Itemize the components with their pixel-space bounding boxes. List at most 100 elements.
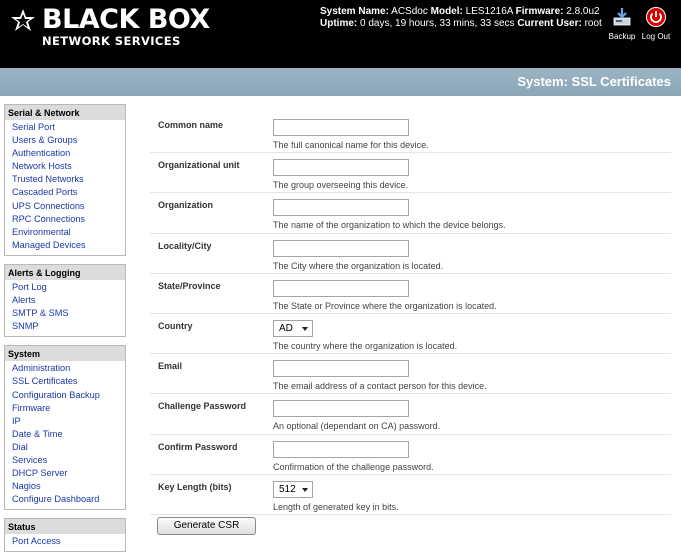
sidebar-item[interactable]: Authentication	[12, 147, 125, 160]
sidebar-item[interactable]: SMTP & SMS	[12, 307, 125, 320]
current-user-label: Current User:	[517, 18, 582, 29]
key-length-row: Key Length (bits) 512 Length of generate…	[150, 475, 671, 515]
challenge-password-help: An optional (dependant on CA) password.	[273, 421, 441, 432]
country-row: Country AD The country where the organiz…	[150, 314, 671, 355]
sidebar-item[interactable]: Date & Time	[12, 428, 125, 441]
system-info: System Name: ACSdoc Model: LES1216A Firm…	[320, 6, 602, 30]
common-name-label: Common name	[158, 120, 224, 130]
sidebar-group: Status Port Access	[4, 518, 126, 553]
generate-csr-button[interactable]: Generate CSR	[157, 517, 256, 535]
org-unit-input[interactable]	[273, 159, 409, 177]
sidebar-group: System Administration SSL Certificates Conf…	[4, 345, 126, 511]
model-label: Model:	[430, 6, 463, 17]
sidebar-list: Port Log Alerts SMTP & SMS SNMP	[5, 280, 125, 336]
org-unit-help: The group overseeing this device.	[273, 180, 409, 191]
logout-label: Log Out	[641, 32, 671, 41]
firmware-value: 2.8.0u2	[566, 6, 600, 17]
sidebar-item[interactable]: RPC Connections	[12, 213, 125, 226]
uptime-label: Uptime:	[320, 18, 358, 29]
key-length-help: Length of generated key in bits.	[273, 501, 399, 512]
sidebar-item[interactable]: DHCP Server	[12, 467, 125, 480]
sidebar-item[interactable]: Configure Dashboard	[12, 493, 125, 506]
email-row: Email The email address of a contact per…	[150, 354, 671, 395]
country-select[interactable]: AD	[273, 319, 313, 337]
organization-label: Organization	[158, 200, 214, 211]
country-label: Country	[158, 320, 193, 331]
confirm-password-row: Confirm Password Confirmation of the cha…	[150, 435, 671, 475]
org-unit-label: Organizational unit	[158, 160, 240, 171]
ssl-form: Common name The full canonical name for …	[150, 113, 671, 515]
sidebar-item[interactable]: Managed Devices	[12, 239, 125, 252]
brand-name: BLACK BOX	[42, 4, 210, 35]
sidebar-group-title: System	[5, 346, 125, 362]
sidebar-group: Alerts & Logging Port Log Alerts SMTP & SMS…	[4, 263, 126, 338]
backup-icon	[613, 8, 631, 26]
sidebar-item[interactable]: UPS Connections	[12, 200, 125, 213]
brand-sub: NETWORK SERVICES	[42, 34, 181, 48]
title-bar: System: SSL Certificates	[0, 68, 681, 96]
chevron-down-icon	[302, 487, 308, 492]
sidebar-item[interactable]: Network Hosts	[12, 160, 125, 173]
model-value: LES1216A	[465, 6, 513, 17]
org-unit-row: Organizational unit The group overseeing…	[150, 153, 671, 194]
firmware-label: Firmware:	[515, 6, 564, 17]
sidebar-item[interactable]: Services	[12, 454, 125, 467]
state-row: State/Province The State or Province whe…	[150, 274, 671, 314]
sidebar-item[interactable]: Configuration Backup	[12, 389, 125, 402]
logout-button[interactable]: Log Out	[636, 6, 676, 41]
sidebar-item[interactable]: IP	[12, 415, 125, 428]
state-help: The State or Province where the organiza…	[273, 300, 497, 311]
key-length-label: Key Length (bits)	[158, 481, 232, 492]
sidebar-group-title: Serial & Network	[5, 105, 125, 120]
challenge-password-label: Challenge Password	[158, 401, 247, 412]
sidebar-item[interactable]: Alerts	[12, 294, 125, 307]
sidebar-list: Port Access	[5, 534, 125, 551]
sidebar-group-title: Status	[5, 519, 125, 535]
email-input[interactable]	[273, 360, 409, 378]
logo-star-icon	[11, 9, 35, 31]
chevron-down-icon	[302, 326, 308, 331]
country-value: AD	[279, 322, 293, 334]
sidebar-item[interactable]: Cascaded Ports	[12, 186, 125, 199]
sidebar-item[interactable]: Serial Port	[12, 121, 125, 134]
email-label: Email	[158, 361, 183, 372]
locality-row: Locality/City The City where the organiz…	[150, 234, 671, 274]
confirm-password-input[interactable]	[273, 440, 409, 458]
state-label: State/Province	[158, 280, 221, 291]
email-help: The email address of a contact person fo…	[273, 381, 487, 392]
sidebar: Serial & Network Serial Port Users & Group…	[4, 104, 126, 560]
sidebar-list: Serial Port Users & Groups Authentication N…	[5, 120, 125, 255]
challenge-password-row: Challenge Password An optional (dependan…	[150, 394, 671, 435]
sidebar-group: Serial & Network Serial Port Users & Group…	[4, 104, 126, 256]
common-name-input[interactable]	[273, 119, 409, 136]
sidebar-item[interactable]: Administration	[12, 362, 125, 375]
locality-label: Locality/City	[158, 240, 212, 251]
sidebar-item[interactable]: Firmware	[12, 402, 125, 415]
key-length-value: 512	[279, 483, 296, 495]
sidebar-item[interactable]: Users & Groups	[12, 134, 125, 147]
uptime-value: 0 days, 19 hours, 33 mins, 33 secs	[360, 18, 515, 29]
page-title: System: SSL Certificates	[517, 74, 671, 89]
sidebar-item[interactable]: SSL Certificates	[12, 375, 125, 388]
key-length-select[interactable]: 512	[273, 480, 313, 498]
common-name-help: The full canonical name for this device.	[273, 140, 429, 150]
sidebar-item[interactable]: SNMP	[12, 320, 125, 333]
common-name-row: Common name The full canonical name for …	[150, 113, 671, 154]
power-icon	[646, 7, 666, 27]
country-help: The country where the organization is lo…	[273, 340, 458, 351]
organization-help: The name of the organization to which th…	[273, 220, 506, 231]
state-input[interactable]	[273, 279, 409, 297]
sidebar-item[interactable]: Nagios	[12, 480, 125, 493]
confirm-password-help: Confirmation of the challenge password.	[273, 461, 434, 472]
confirm-password-label: Confirm Password	[158, 441, 238, 452]
current-user-value: root	[584, 18, 602, 29]
sidebar-item[interactable]: Port Log	[12, 281, 125, 294]
sidebar-item[interactable]: Environmental	[12, 226, 125, 239]
header: BLACK BOX NETWORK SERVICES System Name: …	[0, 0, 681, 68]
organization-input[interactable]	[273, 199, 409, 217]
challenge-password-input[interactable]	[273, 400, 409, 418]
locality-input[interactable]	[273, 239, 409, 257]
sidebar-item[interactable]: Trusted Networks	[12, 173, 125, 186]
system-name-value: ACSdoc	[391, 6, 428, 17]
sidebar-item[interactable]: Dial	[12, 441, 125, 454]
